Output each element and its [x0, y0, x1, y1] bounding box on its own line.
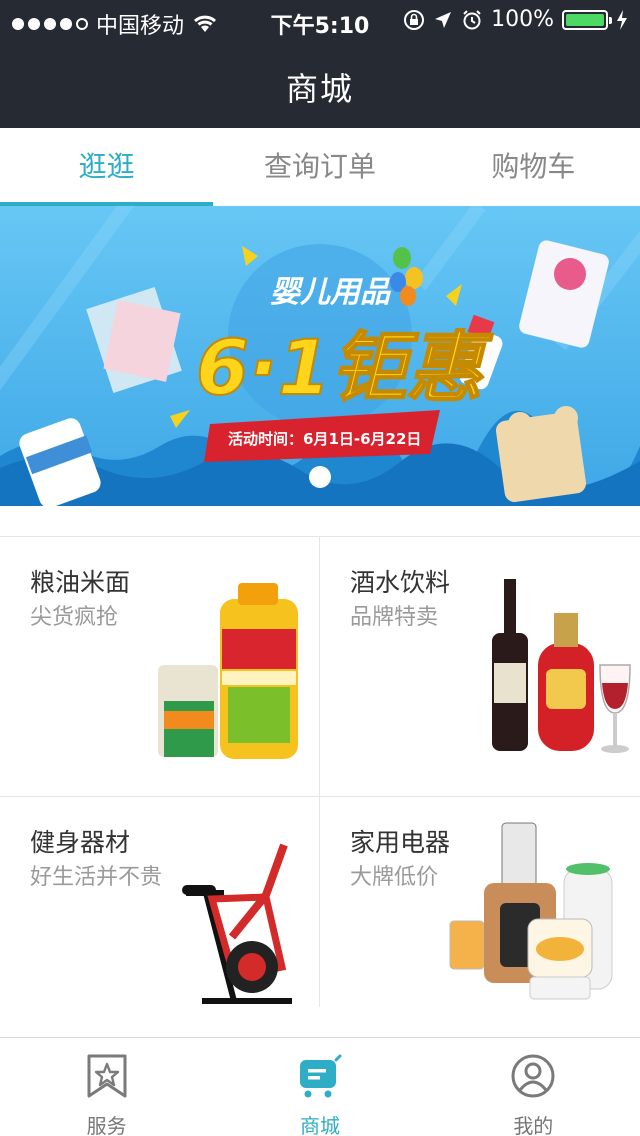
- tab-order-query[interactable]: 查询订单: [213, 128, 426, 206]
- segment-tabs: 逛逛 查询订单 购物车: [0, 128, 640, 206]
- category-drinks[interactable]: 酒水饮料 品牌特卖: [320, 537, 640, 797]
- page-title: 商城: [285, 70, 354, 108]
- bottom-tab-mall[interactable]: 商城: [213, 1038, 426, 1136]
- location-icon: [435, 11, 452, 28]
- banner-date-range: 活动时间：6月1日-6月22日: [228, 430, 421, 448]
- category-appliances[interactable]: 家用电器 大牌低价: [320, 797, 640, 1007]
- promo-banner[interactable]: 婴儿用品 6·1钜惠 活动时间：6月1日-6月22日: [0, 206, 640, 506]
- cooking-oil-image: [158, 583, 298, 759]
- category-subtitle: 好生活并不贵: [30, 865, 163, 890]
- user-icon: [511, 1054, 555, 1098]
- home-appliances-image: [449, 822, 613, 1000]
- category-subtitle: 大牌低价: [350, 865, 439, 890]
- tab-cart[interactable]: 购物车: [427, 128, 640, 206]
- banner-headline: 婴儿用品: [270, 275, 392, 310]
- category-subtitle: 尖货疯抢: [30, 605, 119, 630]
- bookmark-star-icon: [87, 1054, 127, 1098]
- category-title: 酒水饮料: [350, 568, 451, 597]
- status-right: 100%: [403, 7, 628, 32]
- bottom-tab-service[interactable]: 服务: [0, 1038, 213, 1136]
- category-grain-oil[interactable]: 粮油米面 尖货疯抢: [0, 537, 320, 797]
- category-grid: 粮油米面 尖货疯抢 酒水饮料 品牌特卖 健身器材 好生活并不贵 家用电器 大牌低…: [0, 536, 640, 1007]
- battery-percent: 100%: [491, 7, 554, 32]
- banner-promo: 6·1钜惠: [196, 323, 494, 412]
- charging-icon: [617, 9, 627, 30]
- bottom-tab-label: 服务: [86, 1114, 127, 1136]
- bottom-tab-bar: 服务 商城 我的: [0, 1037, 640, 1136]
- category-title: 健身器材: [30, 828, 131, 857]
- status-bar: 中国移动 下午5:10 100%: [0, 0, 640, 40]
- category-fitness[interactable]: 健身器材 好生活并不贵: [0, 797, 320, 1007]
- bottom-tab-label: 我的: [513, 1114, 554, 1136]
- teddy-pillow-image: [495, 406, 587, 503]
- cart-icon: [299, 1054, 342, 1098]
- rotation-lock-icon: [404, 9, 425, 30]
- category-title: 家用电器: [350, 828, 451, 857]
- category-title: 粮油米面: [30, 568, 131, 597]
- bottom-tab-label: 商城: [299, 1114, 340, 1136]
- carousel-indicator-dot[interactable]: [309, 466, 331, 488]
- tab-browse[interactable]: 逛逛: [0, 128, 214, 206]
- alarm-icon: [463, 9, 481, 29]
- exercise-bike-image: [182, 843, 292, 1004]
- category-subtitle: 品牌特卖: [350, 605, 439, 630]
- bottom-tab-mine[interactable]: 我的: [427, 1038, 640, 1136]
- wine-bottles-image: [492, 579, 631, 753]
- banner-graphic: 婴儿用品 6·1钜惠 活动时间：6月1日-6月22日: [0, 206, 640, 506]
- battery-icon: [562, 9, 612, 30]
- top-bar: 中国移动 下午5:10 100% 商城: [0, 0, 640, 128]
